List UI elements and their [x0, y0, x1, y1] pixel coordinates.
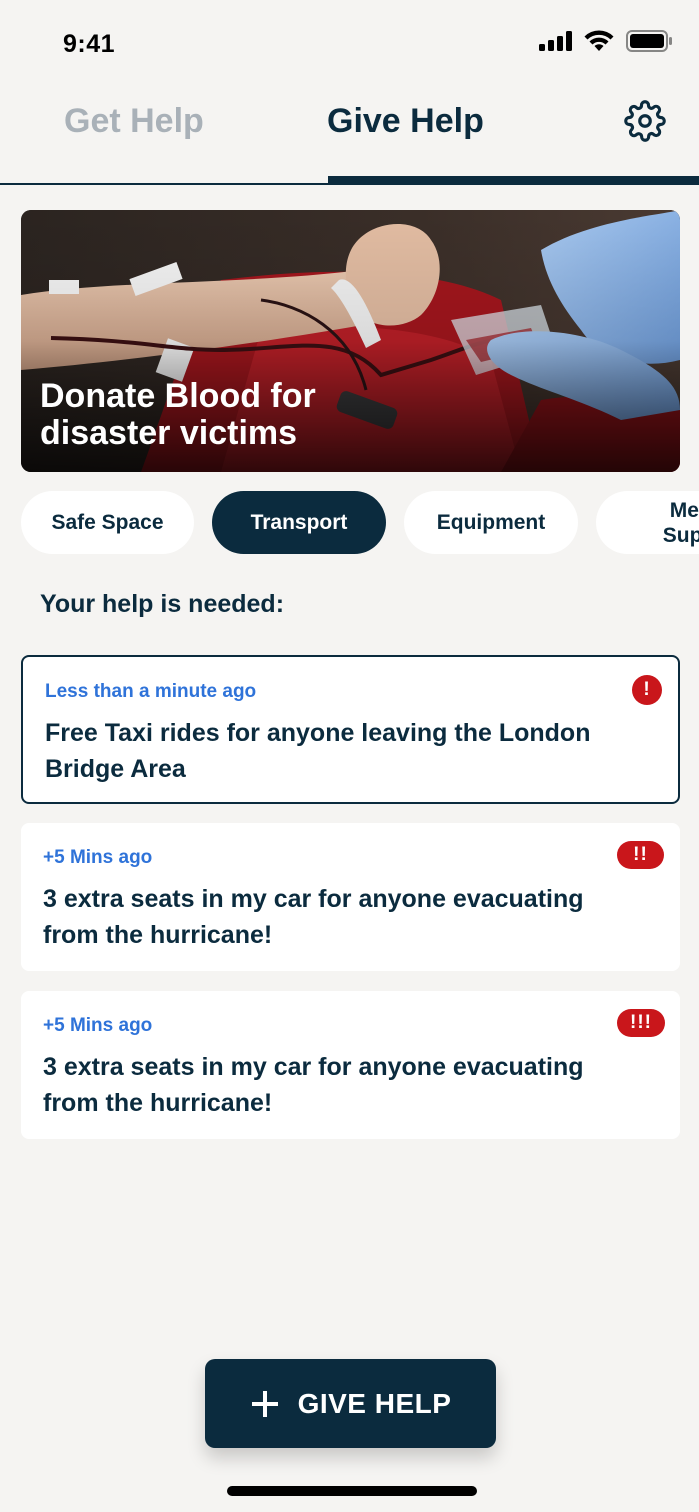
give-help-button[interactable]: GIVE HELP	[205, 1359, 496, 1448]
urgency-badge: !!	[617, 841, 664, 869]
active-tab-indicator	[328, 176, 699, 185]
request-text: 3 extra seats in my car for anyone evacu…	[43, 1053, 584, 1117]
filter-chip-safe-space[interactable]: Safe Space	[21, 491, 194, 554]
battery-icon	[626, 30, 672, 52]
tab-give-help[interactable]: Give Help	[327, 102, 484, 141]
home-indicator[interactable]	[227, 1486, 477, 1496]
filter-chip-transport[interactable]: Transport	[212, 491, 386, 554]
give-help-label: GIVE HELP	[297, 1387, 452, 1419]
request-card[interactable]: Less than a minute ago Free Taxi rides f…	[21, 655, 680, 804]
filter-chip-equipment[interactable]: Equipment	[404, 491, 578, 554]
category-filters: Safe Space Transport Equipment Mental Su…	[21, 491, 699, 555]
request-card[interactable]: +5 Mins ago 3 extra seats in my car for …	[21, 991, 680, 1139]
request-time: +5 Mins ago	[43, 847, 153, 868]
filter-chip-mental-support[interactable]: Mental Support	[596, 491, 699, 554]
wifi-icon	[584, 30, 614, 51]
featured-banner[interactable]: Donate Blood for disaster victims	[21, 210, 680, 472]
request-text: Free Taxi rides for anyone leaving the L…	[45, 719, 591, 783]
gear-icon[interactable]	[624, 100, 666, 142]
request-card[interactable]: +5 Mins ago 3 extra seats in my car for …	[21, 823, 680, 971]
urgency-badge: !	[632, 675, 662, 705]
section-title: Your help is needed:	[40, 590, 285, 618]
status-time: 9:41	[63, 30, 116, 58]
request-time: Less than a minute ago	[45, 681, 257, 702]
cellular-signal-icon	[539, 31, 572, 51]
tab-get-help[interactable]: Get Help	[64, 102, 204, 141]
request-text: 3 extra seats in my car for anyone evacu…	[43, 885, 584, 949]
tab-bar: Get Help Give Help	[0, 90, 699, 185]
request-time: +5 Mins ago	[43, 1015, 153, 1036]
status-icons	[539, 30, 672, 52]
plus-icon	[251, 1390, 278, 1417]
banner-title: Donate Blood for disaster victims	[40, 377, 316, 452]
urgency-badge: !!!	[617, 1009, 665, 1037]
status-bar: 9:41	[0, 0, 699, 90]
